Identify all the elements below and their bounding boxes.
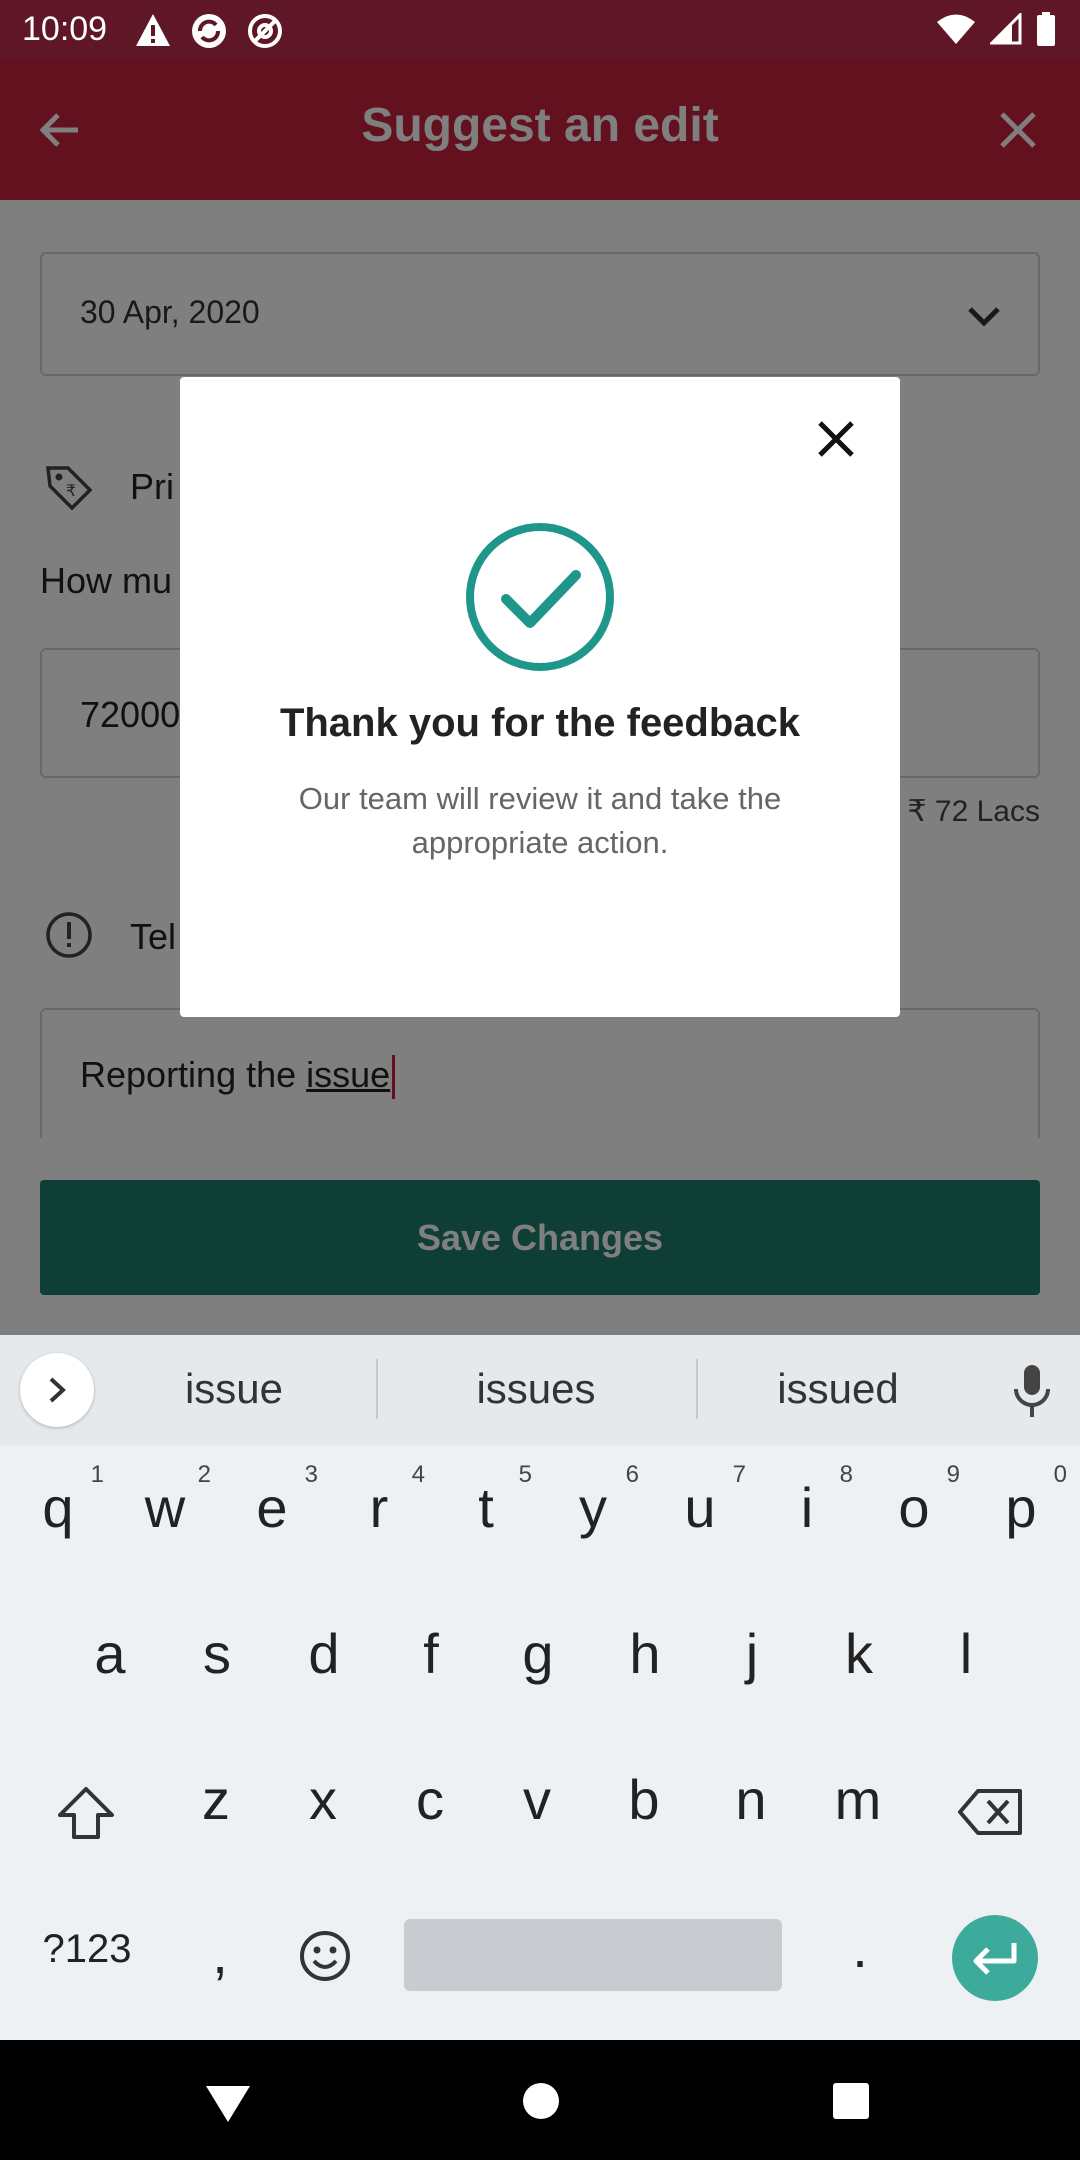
- key-f[interactable]: f: [381, 1621, 481, 1686]
- key-h[interactable]: h: [595, 1621, 695, 1686]
- key-number-hint: 7: [732, 1461, 746, 1488]
- signal-icon: [990, 13, 1022, 45]
- key-v[interactable]: v: [487, 1767, 587, 1832]
- period-key[interactable]: .: [810, 1915, 910, 1980]
- key-m[interactable]: m: [808, 1767, 908, 1832]
- key-letter: y: [579, 1476, 607, 1539]
- suggestion-strip: issue issues issued: [0, 1335, 1080, 1445]
- key-a[interactable]: a: [60, 1621, 160, 1686]
- backspace-icon[interactable]: [958, 1787, 1024, 1837]
- dialog-message: Our team will review it and take the app…: [298, 781, 782, 860]
- suggestion-2[interactable]: issues: [396, 1365, 676, 1413]
- key-letter: p: [1005, 1476, 1037, 1539]
- dialog-title: Thank you for the feedback: [279, 701, 801, 745]
- key-k[interactable]: k: [809, 1621, 909, 1686]
- key-t[interactable]: t5: [436, 1461, 536, 1540]
- key-number-hint: 4: [411, 1461, 425, 1488]
- recents-square-icon[interactable]: [832, 2082, 870, 2120]
- at-sign-icon: [248, 14, 282, 48]
- shift-icon[interactable]: [56, 1785, 116, 1841]
- key-j[interactable]: j: [702, 1621, 802, 1686]
- key-letter: o: [898, 1476, 930, 1539]
- key-b[interactable]: b: [594, 1767, 694, 1832]
- comma-key[interactable]: ,: [170, 1921, 270, 1986]
- key-letter: w: [144, 1476, 186, 1539]
- key-g[interactable]: g: [488, 1621, 588, 1686]
- status-bar: 10:09: [0, 0, 1080, 60]
- key-number-hint: 2: [197, 1461, 211, 1488]
- key-letter: t: [478, 1476, 494, 1539]
- home-circle-icon[interactable]: [522, 2082, 560, 2120]
- key-l[interactable]: l: [916, 1621, 1016, 1686]
- suggestion-3[interactable]: issued: [698, 1365, 978, 1413]
- status-time: 10:09: [22, 10, 108, 48]
- symbols-key[interactable]: ?123: [32, 1927, 142, 1972]
- enter-key[interactable]: [952, 1915, 1038, 2001]
- space-bar[interactable]: [404, 1919, 782, 1991]
- emoji-icon[interactable]: [298, 1929, 352, 1983]
- suggestion-1[interactable]: issue: [94, 1365, 374, 1413]
- navigation-bar: [0, 2040, 1080, 2160]
- system-icons: [936, 12, 1056, 46]
- notification-icons: [134, 12, 284, 50]
- key-n[interactable]: n: [701, 1767, 801, 1832]
- battery-icon: [1037, 12, 1055, 46]
- feedback-dialog: Thank you for the feedback Our team will…: [180, 377, 900, 1017]
- key-e[interactable]: e3: [222, 1461, 322, 1540]
- key-z[interactable]: z: [166, 1767, 266, 1832]
- key-letter: e: [256, 1476, 288, 1539]
- key-i[interactable]: i8: [757, 1461, 857, 1540]
- key-w[interactable]: w2: [115, 1461, 215, 1540]
- key-c[interactable]: c: [380, 1767, 480, 1832]
- success-check-icon: [466, 523, 614, 671]
- key-number-hint: 5: [518, 1461, 532, 1488]
- key-r[interactable]: r4: [329, 1461, 429, 1540]
- key-y[interactable]: y6: [543, 1461, 643, 1540]
- suggestion-divider: [376, 1359, 378, 1419]
- back-triangle-icon[interactable]: [204, 2084, 252, 2124]
- key-number-hint: 3: [304, 1461, 318, 1488]
- key-number-hint: 9: [946, 1461, 960, 1488]
- dialog-close-icon[interactable]: [810, 413, 862, 465]
- key-number-hint: 8: [839, 1461, 853, 1488]
- key-s[interactable]: s: [167, 1621, 267, 1686]
- key-o[interactable]: o9: [864, 1461, 964, 1540]
- chevron-right-icon: [49, 1377, 66, 1403]
- key-letter: r: [369, 1476, 389, 1539]
- warning-icon: [136, 14, 170, 46]
- key-number-hint: 0: [1053, 1461, 1067, 1488]
- key-letter: i: [800, 1476, 814, 1539]
- soft-keyboard: issue issues issued q1w2e3r4t5y6u7i8o9p0…: [0, 1335, 1080, 2040]
- key-p[interactable]: p0: [971, 1461, 1071, 1540]
- microphone-icon[interactable]: [1012, 1363, 1052, 1419]
- key-q[interactable]: q1: [8, 1461, 108, 1540]
- key-letter: q: [42, 1476, 74, 1539]
- key-d[interactable]: d: [274, 1621, 374, 1686]
- key-u[interactable]: u7: [650, 1461, 750, 1540]
- sync-app-icon: [192, 14, 226, 48]
- enter-arrow-icon: [973, 1943, 1017, 1975]
- expand-suggestions-button[interactable]: [20, 1353, 94, 1427]
- wifi-icon: [937, 14, 975, 44]
- key-x[interactable]: x: [273, 1767, 373, 1832]
- key-number-hint: 1: [90, 1461, 104, 1488]
- key-number-hint: 6: [625, 1461, 639, 1488]
- key-letter: u: [684, 1476, 716, 1539]
